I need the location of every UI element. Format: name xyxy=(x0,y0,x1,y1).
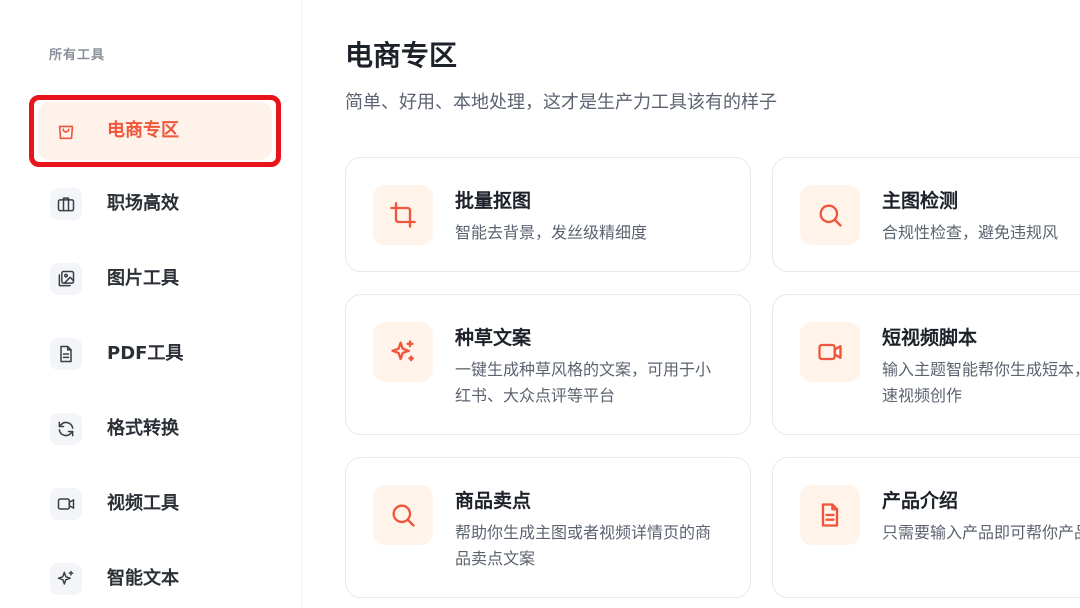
search-icon xyxy=(373,485,433,545)
sidebar-item-label: 智能文本 xyxy=(107,568,179,589)
sidebar-heading: 所有工具 xyxy=(49,48,106,63)
sidebar-item-label: 电商专区 xyxy=(107,120,179,141)
sidebar-item-smart-text[interactable]: 智能文本 xyxy=(38,550,272,608)
card-title: 商品卖点 xyxy=(455,490,532,512)
page-title: 电商专区 xyxy=(345,39,458,72)
card-title: 产品介绍 xyxy=(882,490,959,512)
card-description: 合规性检查，避免违规风 xyxy=(882,223,1059,242)
card-description: 输入主题智能帮你生成短本，助你快速视频创作 xyxy=(882,360,1080,405)
page-subtitle: 简单、好用、本地处理，这才是生产力工具该有的样子 xyxy=(345,92,777,113)
shopping-bag-icon xyxy=(50,115,82,147)
sidebar-item-format-convert[interactable]: 格式转换 xyxy=(38,400,272,458)
card-title: 主图检测 xyxy=(882,190,959,212)
sidebar-item-video[interactable]: 视频工具 xyxy=(38,475,272,533)
sidebar: 所有工具 电商专区 职场高效 图片工具 PDF工具 格式转换 视频工具 智能文本 xyxy=(0,0,302,608)
crop-icon xyxy=(373,185,433,245)
sidebar-item-label: 格式转换 xyxy=(107,418,179,439)
sidebar-item-label: PDF工具 xyxy=(107,343,184,364)
search-icon xyxy=(800,185,860,245)
sparkles-icon xyxy=(50,563,82,595)
sidebar-item-label: 视频工具 xyxy=(107,493,179,514)
tool-card-product-intro[interactable]: 产品介绍 只需要输入产品即可帮你产品介绍 xyxy=(772,457,1080,598)
app-window: 所有工具 电商专区 职场高效 图片工具 PDF工具 格式转换 视频工具 智能文本… xyxy=(0,0,1080,608)
card-description: 只需要输入产品即可帮你产品介绍 xyxy=(882,523,1080,542)
refresh-icon xyxy=(50,413,82,445)
sidebar-item-images[interactable]: 图片工具 xyxy=(38,250,272,308)
document-icon xyxy=(800,485,860,545)
tool-card-batch-cutout[interactable]: 批量抠图 智能去背景，发丝级精细度 xyxy=(345,157,751,272)
card-description: 智能去背景，发丝级精细度 xyxy=(455,223,648,242)
sidebar-item-label: 图片工具 xyxy=(107,268,179,289)
main-content: 电商专区 简单、好用、本地处理，这才是生产力工具该有的样子 批量抠图 智能去背景… xyxy=(303,0,1080,608)
briefcase-icon xyxy=(50,188,82,220)
video-icon xyxy=(50,488,82,520)
card-description: 帮助你生成主图或者视频详情页的商品卖点文案 xyxy=(455,523,712,568)
sparkles-icon xyxy=(373,322,433,382)
document-icon xyxy=(50,338,82,370)
sidebar-item-workplace[interactable]: 职场高效 xyxy=(38,175,272,233)
sidebar-item-label: 职场高效 xyxy=(107,193,179,214)
sidebar-item-pdf[interactable]: PDF工具 xyxy=(38,325,272,383)
sidebar-item-ecommerce[interactable]: 电商专区 xyxy=(38,102,272,160)
tool-card-selling-points[interactable]: 商品卖点 帮助你生成主图或者视频详情页的商品卖点文案 xyxy=(345,457,751,598)
card-description: 一键生成种草风格的文案，可用于小红书、大众点评等平台 xyxy=(455,360,712,405)
images-icon xyxy=(50,263,82,295)
card-title: 种草文案 xyxy=(455,327,532,349)
video-icon xyxy=(800,322,860,382)
card-title: 批量抠图 xyxy=(455,190,532,212)
tool-card-seeding-copy[interactable]: 种草文案 一键生成种草风格的文案，可用于小红书、大众点评等平台 xyxy=(345,294,751,435)
card-title: 短视频脚本 xyxy=(882,327,978,349)
tool-card-short-video-script[interactable]: 短视频脚本 输入主题智能帮你生成短本，助你快速视频创作 xyxy=(772,294,1080,435)
tool-card-main-image-check[interactable]: 主图检测 合规性检查，避免违规风 xyxy=(772,157,1080,272)
